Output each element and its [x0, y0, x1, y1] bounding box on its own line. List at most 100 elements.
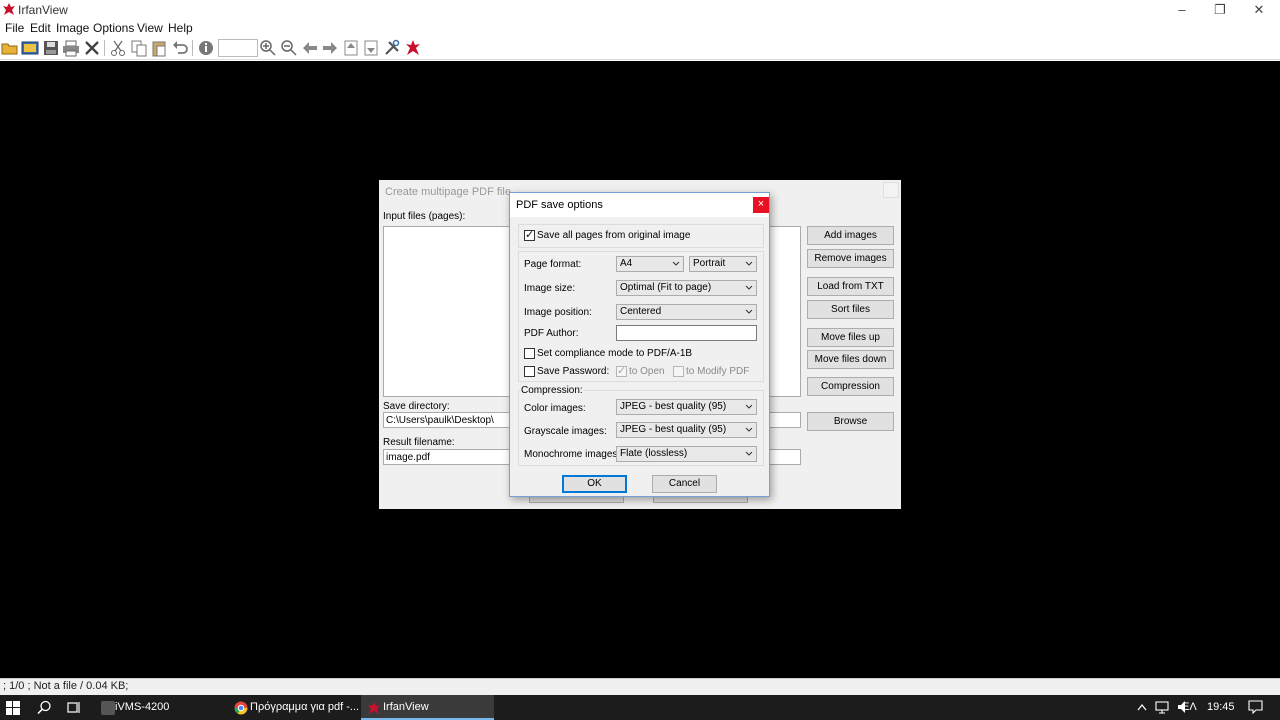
ok-button[interactable]: OK	[562, 475, 627, 493]
clock-time[interactable]: 19:45	[1207, 701, 1235, 713]
minimize-button[interactable]: –	[1163, 0, 1201, 20]
cut-icon[interactable]	[109, 39, 127, 57]
irfanview-logo-icon[interactable]	[404, 39, 422, 57]
monochrome-images-label: Monochrome images:	[524, 449, 621, 460]
save-directory-label: Save directory:	[383, 401, 450, 412]
delete-icon[interactable]	[83, 39, 101, 57]
compliance-checkbox[interactable]	[524, 348, 535, 359]
dialog-close-button[interactable]: ×	[753, 197, 769, 213]
color-images-label: Color images:	[524, 403, 586, 414]
input-language-indicator[interactable]: ΕΛ	[1182, 701, 1197, 713]
save-all-pages-label: Save all pages from original image	[537, 230, 691, 241]
menu-file[interactable]: File	[5, 21, 24, 35]
task-view-icon[interactable]	[67, 700, 82, 715]
compression-button[interactable]: Compression	[807, 377, 894, 396]
irfanview-app-icon	[3, 3, 15, 15]
taskbar-item-label: IrfanView	[383, 701, 429, 713]
add-images-button[interactable]: Add images	[807, 226, 894, 245]
monochrome-images-select[interactable]: Flate (lossless)	[616, 446, 757, 462]
menu-options[interactable]: Options	[93, 21, 134, 35]
result-filename-label: Result filename:	[383, 437, 455, 448]
chrome-icon	[234, 701, 248, 715]
checkmark-icon: ✓	[617, 365, 627, 377]
zoom-in-icon[interactable]	[259, 39, 277, 57]
window-title: IrfanView	[18, 3, 68, 17]
save-icon[interactable]	[42, 39, 60, 57]
save-all-pages-checkbox[interactable]: ✓	[524, 229, 535, 241]
cancel-button[interactable]: Cancel	[652, 475, 717, 493]
color-images-select[interactable]: JPEG - best quality (95)	[616, 399, 757, 415]
compliance-label: Set compliance mode to PDF/A-1B	[537, 348, 693, 359]
browse-button[interactable]: Browse	[807, 412, 894, 431]
move-files-down-button[interactable]: Move files down	[807, 350, 894, 369]
taskbar-item-ivms[interactable]: iVMS-4200	[95, 695, 225, 720]
checkmark-icon: ✓	[525, 229, 535, 241]
dialog-title: PDF save options	[516, 199, 603, 211]
image-size-label: Image size:	[524, 283, 576, 294]
open-folder-icon[interactable]	[1, 39, 19, 57]
taskbar-item-label: Πρόγραμμα για pdf -...	[250, 701, 360, 713]
copy-icon[interactable]	[130, 39, 148, 57]
move-files-up-button[interactable]: Move files up	[807, 328, 894, 347]
grayscale-images-label: Grayscale images:	[524, 426, 607, 437]
dialog-titlebar: PDF save options ×	[510, 193, 769, 217]
pdf-author-input[interactable]	[616, 325, 757, 341]
previous-icon[interactable]	[301, 39, 319, 57]
close-window-button[interactable]: ✕	[1240, 0, 1278, 20]
bg-dialog-close-button[interactable]	[883, 182, 899, 198]
first-icon[interactable]	[342, 39, 360, 57]
orientation-select[interactable]: Portrait	[689, 256, 757, 272]
menu-image[interactable]: Image	[56, 21, 89, 35]
chevron-down-icon	[745, 451, 753, 456]
grayscale-images-select[interactable]: JPEG - best quality (95)	[616, 422, 757, 438]
image-position-select[interactable]: Centered	[616, 304, 757, 320]
chevron-down-icon	[745, 261, 753, 266]
windows-start-icon[interactable]	[6, 701, 20, 715]
slideshow-icon[interactable]	[21, 39, 39, 57]
taskbar-item-label: iVMS-4200	[115, 701, 170, 713]
info-icon[interactable]	[197, 39, 215, 57]
menu-edit[interactable]: Edit	[30, 21, 51, 35]
settings-icon[interactable]	[383, 39, 401, 57]
chevron-down-icon	[745, 309, 753, 314]
undo-icon[interactable]	[171, 39, 189, 57]
remove-images-button[interactable]: Remove images	[807, 249, 894, 268]
input-files-label: Input files (pages):	[383, 211, 466, 222]
image-position-label: Image position:	[524, 307, 592, 318]
notifications-icon[interactable]	[1248, 700, 1263, 714]
pdf-save-options-dialog: PDF save options × ✓ Save all pages from…	[509, 192, 770, 497]
save-password-checkbox[interactable]	[524, 366, 535, 377]
toolbar-separator	[104, 40, 105, 56]
print-icon[interactable]	[62, 39, 80, 57]
zoom-combo[interactable]	[218, 39, 258, 57]
chevron-down-icon	[745, 427, 753, 432]
zoom-out-icon[interactable]	[280, 39, 298, 57]
page-format-select[interactable]: A4	[616, 256, 684, 272]
to-modify-checkbox[interactable]	[673, 366, 684, 377]
taskbar-item-irfanview[interactable]: IrfanView	[361, 695, 494, 720]
menu-view[interactable]: View	[137, 21, 163, 35]
chevron-up-icon[interactable]	[1137, 703, 1147, 711]
network-icon[interactable]	[1155, 700, 1169, 714]
chevron-down-icon	[745, 404, 753, 409]
next-icon[interactable]	[321, 39, 339, 57]
menu-bar: File Edit Image Options View Help	[0, 20, 1280, 36]
page-format-label: Page format:	[524, 259, 582, 270]
last-icon[interactable]	[362, 39, 380, 57]
load-from-txt-button[interactable]: Load from TXT	[807, 277, 894, 296]
taskbar-item-chrome[interactable]: Πρόγραμμα για pdf -...	[228, 695, 360, 720]
compression-label: Compression:	[520, 385, 584, 396]
save-password-label: Save Password:	[537, 366, 610, 377]
taskbar: iVMS-4200 Πρόγραμμα για pdf -... IrfanVi…	[0, 695, 1280, 720]
paste-icon[interactable]	[150, 39, 168, 57]
toolbar	[0, 36, 1280, 60]
sort-files-button[interactable]: Sort files	[807, 300, 894, 319]
menu-help[interactable]: Help	[168, 21, 193, 35]
chevron-down-icon	[672, 261, 680, 266]
chevron-down-icon	[745, 285, 753, 290]
image-size-select[interactable]: Optimal (Fit to page)	[616, 280, 757, 296]
maximize-button[interactable]: ❐	[1201, 0, 1239, 20]
to-open-checkbox[interactable]: ✓	[616, 365, 627, 377]
status-bar: ; 1/0 ; Not a file / 0.04 KB;	[0, 678, 1280, 695]
search-icon[interactable]	[37, 700, 52, 715]
